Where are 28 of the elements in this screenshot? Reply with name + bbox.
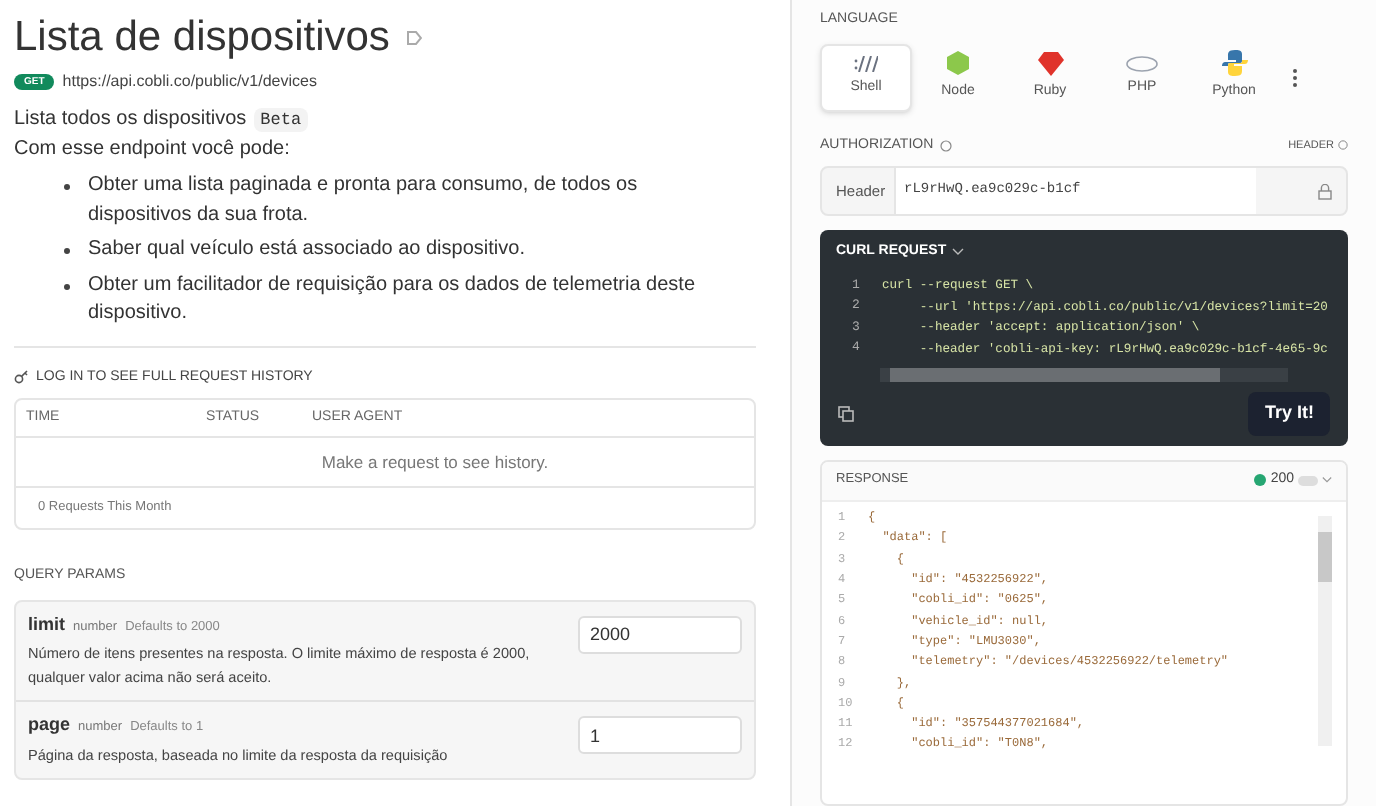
param-input[interactable]: 2000 — [578, 615, 742, 653]
try-it-button[interactable]: Try It! — [1248, 391, 1330, 435]
beta-label: Beta — [254, 107, 308, 133]
param-name: page — [28, 712, 71, 738]
key-icon — [14, 370, 28, 385]
more-options-icon[interactable] — [1292, 67, 1298, 87]
hexagon-icon — [946, 50, 970, 77]
chevron-down-icon[interactable] — [952, 248, 965, 257]
endpoint-url: https://api.cobli.co/public/v1/devices — [62, 70, 317, 94]
intro-text: Com esse endpoint você pode: — [14, 136, 292, 164]
bullet-text: Obter um facilitador de requisição para os dados de telemetria deste dispositivo. — [88, 271, 698, 328]
snake-logo-icon — [1221, 50, 1247, 77]
summary-text: Lista todos os dispositivos — [14, 106, 247, 134]
status-pill-icon — [1298, 475, 1318, 485]
param-input[interactable]: 1 — [578, 716, 742, 754]
param-name: limit — [28, 611, 66, 637]
empty-history-message: Make a request to see history. — [319, 449, 549, 475]
gem-icon — [1037, 51, 1063, 76]
php-logo-icon — [1126, 55, 1158, 72]
info-icon — [1338, 140, 1348, 151]
tag-icon — [405, 30, 422, 46]
page-title: Lista de dispositivos — [14, 12, 390, 64]
help-icon[interactable] — [939, 139, 952, 152]
bullet-text: Obter uma lista paginada e pronta para consumo, de todos os dispositivos da sua frota. — [88, 172, 640, 229]
lock-icon — [1318, 183, 1332, 199]
slashes-icon — [854, 55, 878, 72]
bullet-text: Saber qual veículo está associado ao dispositivo. — [88, 236, 525, 264]
copy-icon[interactable] — [838, 405, 854, 421]
